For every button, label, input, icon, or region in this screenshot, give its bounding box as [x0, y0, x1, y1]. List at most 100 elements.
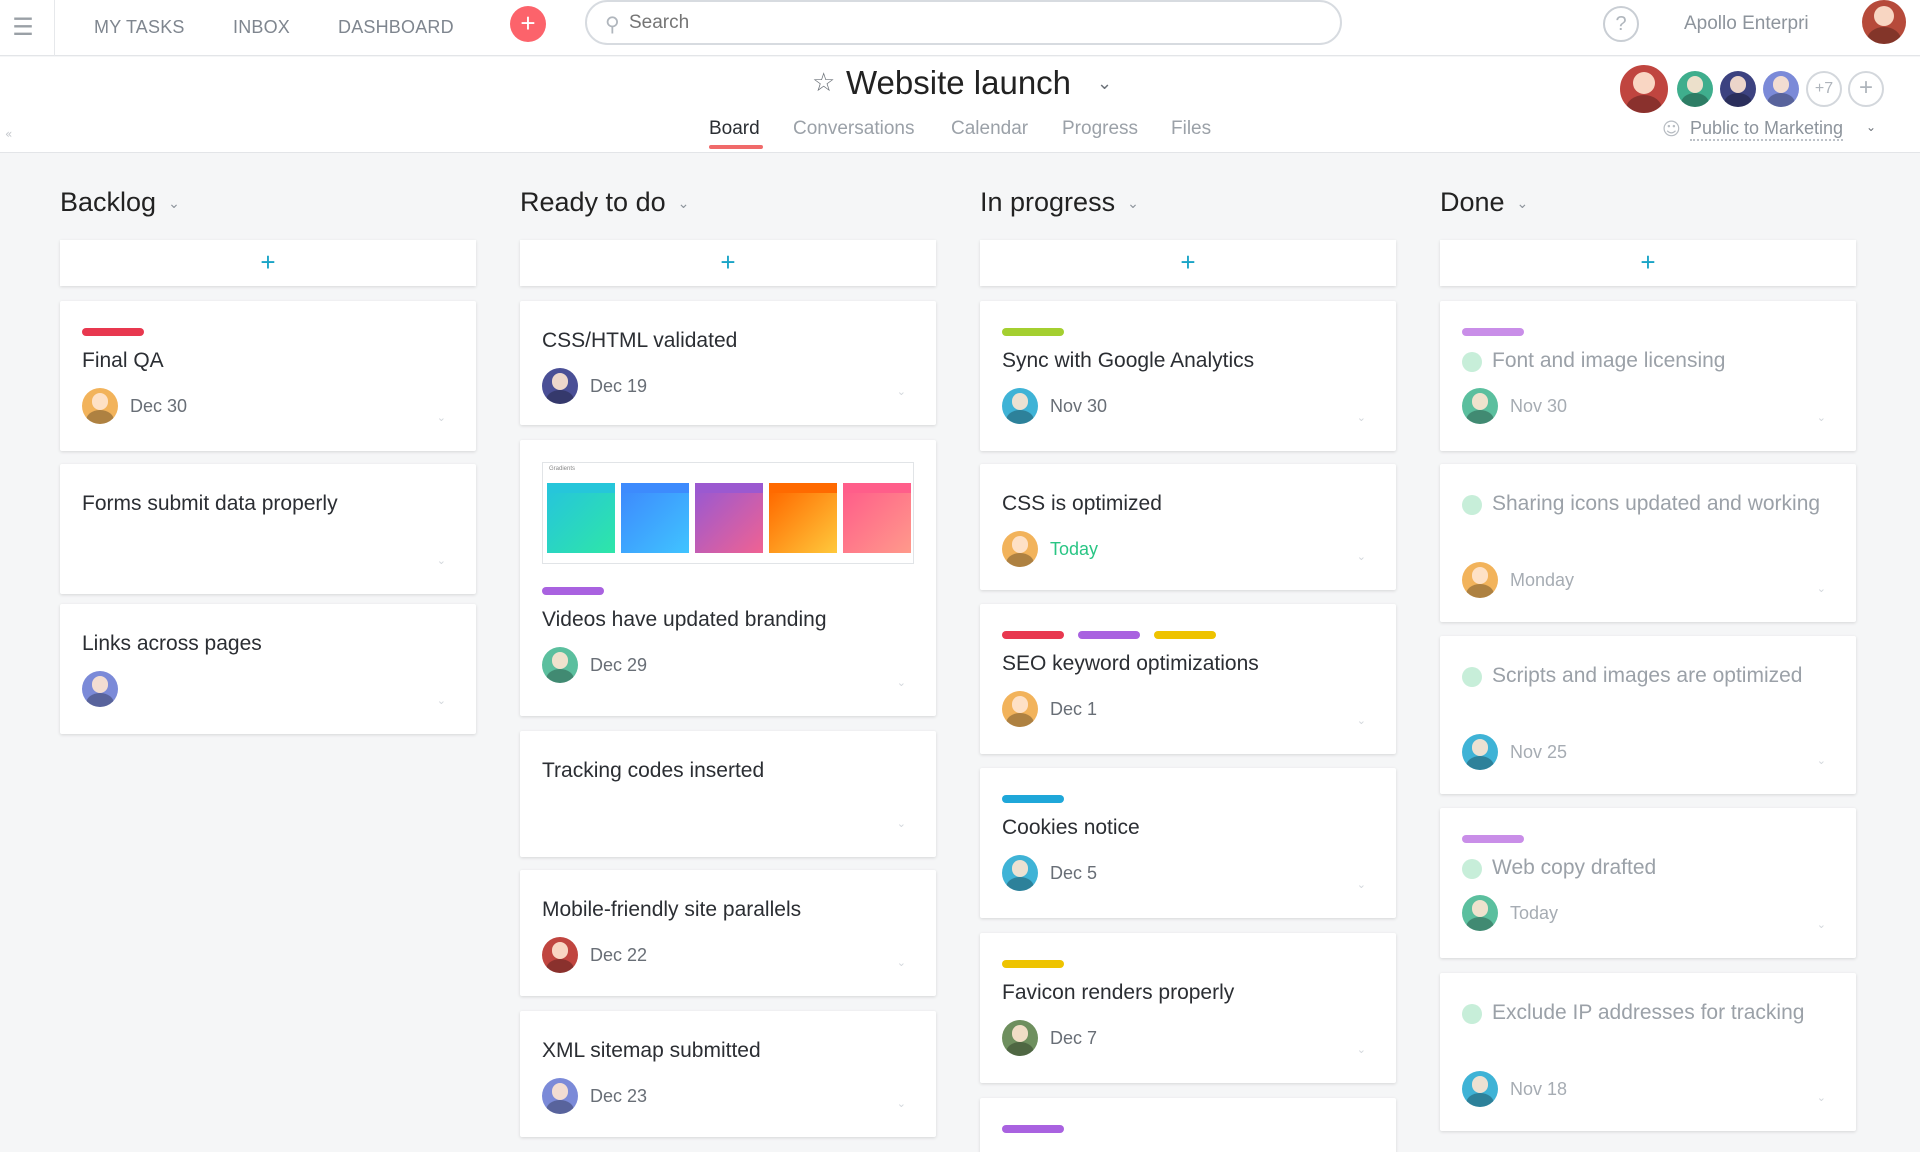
task-title[interactable]: Scripts and images are optimized: [1462, 660, 1822, 691]
chevron-down-icon[interactable]: ⌄: [1127, 196, 1139, 212]
task-title[interactable]: Links across pages: [82, 628, 442, 659]
card-menu-chevron-icon[interactable]: ⌄: [1357, 411, 1366, 424]
assignee-avatar[interactable]: [542, 937, 578, 973]
task-title[interactable]: Font and image licensing: [1462, 345, 1822, 376]
collapse-sidebar-icon[interactable]: «: [5, 127, 12, 141]
card-menu-chevron-icon[interactable]: ⌄: [897, 1097, 906, 1110]
assignee-avatar[interactable]: [542, 647, 578, 683]
task-title[interactable]: CSS/HTML validated: [542, 325, 902, 356]
assignee-avatar[interactable]: [1002, 388, 1038, 424]
chevron-down-icon[interactable]: ⌄: [1517, 196, 1529, 212]
card-menu-chevron-icon[interactable]: ⌄: [437, 694, 446, 707]
task-card[interactable]: XML sitemap submitted Dec 23 ⌄: [520, 1011, 936, 1137]
tab-board[interactable]: Board: [709, 117, 760, 141]
task-title[interactable]: Forms submit data properly: [82, 488, 442, 519]
task-title[interactable]: Favicon renders properly: [1002, 977, 1362, 1008]
assignee-avatar[interactable]: [1462, 895, 1498, 931]
add-task-button[interactable]: +: [520, 240, 936, 286]
assignee-avatar[interactable]: [542, 368, 578, 404]
project-title[interactable]: Website launch: [846, 63, 1071, 103]
search-input[interactable]: [629, 10, 1309, 36]
due-date[interactable]: Dec 5: [1050, 863, 1097, 883]
search-bar[interactable]: ⚲: [585, 0, 1342, 45]
task-card[interactable]: Cookies notice Dec 5 ⌄: [980, 768, 1396, 918]
task-card[interactable]: Links across pages ⌄: [60, 604, 476, 734]
member-avatar[interactable]: [1618, 63, 1670, 115]
task-title[interactable]: Cookies notice: [1002, 812, 1362, 843]
card-menu-chevron-icon[interactable]: ⌄: [1357, 714, 1366, 727]
chevron-down-icon[interactable]: ⌄: [1097, 73, 1112, 94]
due-date[interactable]: Dec 30: [130, 396, 187, 416]
task-title[interactable]: Tracking codes inserted: [542, 755, 902, 786]
more-members-badge[interactable]: +7: [1806, 71, 1842, 107]
quick-add-button[interactable]: +: [510, 6, 546, 42]
due-date[interactable]: Nov 30: [1510, 396, 1567, 416]
add-member-button[interactable]: +: [1848, 71, 1884, 107]
task-card[interactable]: Forms submit data properly ⌄: [60, 464, 476, 594]
card-menu-chevron-icon[interactable]: ⌄: [897, 385, 906, 398]
assignee-avatar[interactable]: [82, 671, 118, 707]
task-title[interactable]: SEO keyword optimizations: [1002, 648, 1362, 679]
assignee-avatar[interactable]: [1462, 1071, 1498, 1107]
due-date[interactable]: Monday: [1510, 570, 1574, 590]
task-card[interactable]: Favicon renders properly Dec 7 ⌄: [980, 933, 1396, 1083]
member-avatar[interactable]: [1677, 71, 1713, 107]
favorite-star-icon[interactable]: ☆: [812, 68, 835, 98]
task-card[interactable]: CSS/HTML validated Dec 19 ⌄: [520, 301, 936, 425]
tab-progress[interactable]: Progress: [1062, 117, 1138, 141]
task-title[interactable]: XML sitemap submitted: [542, 1035, 902, 1066]
attachment-thumbnail[interactable]: Gradients: [542, 462, 914, 564]
task-card[interactable]: Exclude IP addresses for tracking Nov 18 ⌄: [1440, 973, 1856, 1131]
task-card[interactable]: Web copy drafted Today ⌄: [1440, 808, 1856, 958]
card-menu-chevron-icon[interactable]: ⌄: [437, 554, 446, 567]
tab-conversations[interactable]: Conversations: [793, 117, 914, 141]
chevron-down-icon[interactable]: ⌄: [678, 196, 690, 212]
due-date[interactable]: Dec 1: [1050, 699, 1097, 719]
member-avatar[interactable]: [1720, 71, 1756, 107]
assignee-avatar[interactable]: [1462, 734, 1498, 770]
assignee-avatar[interactable]: [82, 388, 118, 424]
assignee-avatar[interactable]: [1002, 531, 1038, 567]
column-header[interactable]: In progress ⌄: [980, 180, 1396, 224]
due-date[interactable]: Dec 22: [590, 945, 647, 965]
task-card[interactable]: Tracking codes inserted ⌄: [520, 731, 936, 857]
member-avatar[interactable]: [1763, 71, 1799, 107]
card-menu-chevron-icon[interactable]: ⌄: [897, 817, 906, 830]
help-button[interactable]: ?: [1603, 6, 1639, 42]
due-date[interactable]: Dec 23: [590, 1086, 647, 1106]
task-title[interactable]: Final QA: [82, 345, 442, 376]
due-date[interactable]: Today: [1510, 903, 1558, 923]
assignee-avatar[interactable]: [1002, 1020, 1038, 1056]
task-card[interactable]: SEO keyword optimizations Dec 1 ⌄: [980, 604, 1396, 754]
task-card[interactable]: Scripts and images are optimized Nov 25 ⌄: [1440, 636, 1856, 794]
chevron-down-icon[interactable]: ⌄: [168, 196, 180, 212]
card-menu-chevron-icon[interactable]: ⌄: [1817, 411, 1826, 424]
hamburger-menu-icon[interactable]: ☰: [10, 14, 36, 40]
task-card[interactable]: Mobile-friendly site parallels Dec 22 ⌄: [520, 870, 936, 996]
due-date[interactable]: Nov 18: [1510, 1079, 1567, 1099]
assignee-avatar[interactable]: [542, 1078, 578, 1114]
add-task-button[interactable]: +: [980, 240, 1396, 286]
task-card[interactable]: Sharing icons updated and working Monday ⌄: [1440, 464, 1856, 622]
add-task-button[interactable]: +: [60, 240, 476, 286]
due-date[interactable]: Nov 30: [1050, 396, 1107, 416]
organization-switcher[interactable]: Apollo Enterpris...: [1684, 12, 1809, 36]
task-title[interactable]: Videos have updated branding: [542, 604, 902, 635]
card-menu-chevron-icon[interactable]: ⌄: [1817, 918, 1826, 931]
column-header[interactable]: Ready to do ⌄: [520, 180, 936, 224]
task-title[interactable]: Sync with Google Analytics: [1002, 345, 1362, 376]
card-menu-chevron-icon[interactable]: ⌄: [437, 411, 446, 424]
card-menu-chevron-icon[interactable]: ⌄: [1817, 582, 1826, 595]
add-task-button[interactable]: +: [1440, 240, 1856, 286]
task-card[interactable]: Font and image licensing Nov 30 ⌄: [1440, 301, 1856, 451]
due-date[interactable]: Dec 29: [590, 655, 647, 675]
nav-inbox[interactable]: INBOX: [233, 12, 290, 42]
column-header[interactable]: Done ⌄: [1440, 180, 1856, 224]
task-card[interactable]: Sync with Google Analytics Nov 30 ⌄: [980, 301, 1396, 451]
chevron-down-icon[interactable]: ⌄: [1866, 120, 1876, 134]
privacy-setting[interactable]: Public to Marketing: [1690, 117, 1844, 141]
nav-dashboard[interactable]: DASHBOARD: [338, 12, 454, 42]
due-date[interactable]: Nov 25: [1510, 742, 1567, 762]
assignee-avatar[interactable]: [1462, 388, 1498, 424]
task-card[interactable]: CSS is optimized Today ⌄: [980, 464, 1396, 590]
